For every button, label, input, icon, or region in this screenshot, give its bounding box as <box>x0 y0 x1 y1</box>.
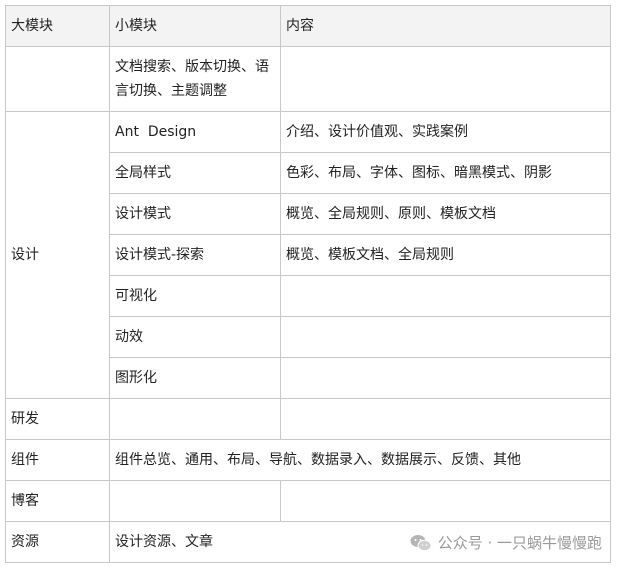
table-row: 设计 Ant Design 介绍、设计价值观、实践案例 <box>5 111 611 399</box>
content-cell <box>280 357 611 399</box>
major-cell <box>5 46 110 112</box>
minor-cell: 设计模式 <box>109 193 281 235</box>
minor-cell: 图形化 <box>109 357 281 399</box>
minor-cell: 可视化 <box>109 275 281 317</box>
major-cell: 资源 <box>5 521 110 563</box>
minor-cell <box>109 480 281 522</box>
content-cell <box>280 480 611 522</box>
content-cell <box>280 46 611 112</box>
major-cell: 博客 <box>5 480 110 522</box>
table-header-row: 大模块 小模块 内容 <box>5 5 611 47</box>
content-cell: 介绍、设计价值观、实践案例 <box>280 111 611 153</box>
watermark-text: 公众号 · 一只蜗牛慢慢跑 <box>437 534 602 552</box>
content-cell <box>280 398 611 440</box>
minor-cell: 全局样式 <box>109 152 281 194</box>
content-cell <box>280 275 611 317</box>
minor-cell: 动效 <box>109 316 281 358</box>
major-cell: 设计 <box>5 111 110 399</box>
page: 大模块 小模块 内容 文档搜索、版本切换、语言切换、主题调整 设计 Ant De… <box>0 0 618 567</box>
table-row: 博客 <box>5 480 611 522</box>
content-cell: 色彩、布局、字体、图标、暗黑模式、阴影 <box>280 152 611 194</box>
watermark: 公众号 · 一只蜗牛慢慢跑 <box>410 532 602 553</box>
minor-cell <box>109 398 281 440</box>
module-table: 大模块 小模块 内容 文档搜索、版本切换、语言切换、主题调整 设计 Ant De… <box>5 5 611 563</box>
major-cell: 研发 <box>5 398 110 440</box>
wechat-icon <box>410 534 432 552</box>
minor-cell: Ant Design <box>109 111 281 153</box>
major-cell: 组件 <box>5 439 110 481</box>
content-cell: 概览、全局规则、原则、模板文档 <box>280 193 611 235</box>
table-row: 组件 组件总览、通用、布局、导航、数据录入、数据展示、反馈、其他 <box>5 439 611 481</box>
minor-cell: 设计模式-探索 <box>109 234 281 276</box>
content-cell: 概览、模板文档、全局规则 <box>280 234 611 276</box>
header-content: 内容 <box>280 5 611 47</box>
minor-cell: 文档搜索、版本切换、语言切换、主题调整 <box>109 46 281 112</box>
content-cell <box>280 316 611 358</box>
table-row: 研发 <box>5 398 611 440</box>
header-minor-module: 小模块 <box>109 5 281 47</box>
header-major-module: 大模块 <box>5 5 110 47</box>
table-row: 文档搜索、版本切换、语言切换、主题调整 <box>5 46 611 112</box>
merged-cell: 组件总览、通用、布局、导航、数据录入、数据展示、反馈、其他 <box>109 439 611 481</box>
